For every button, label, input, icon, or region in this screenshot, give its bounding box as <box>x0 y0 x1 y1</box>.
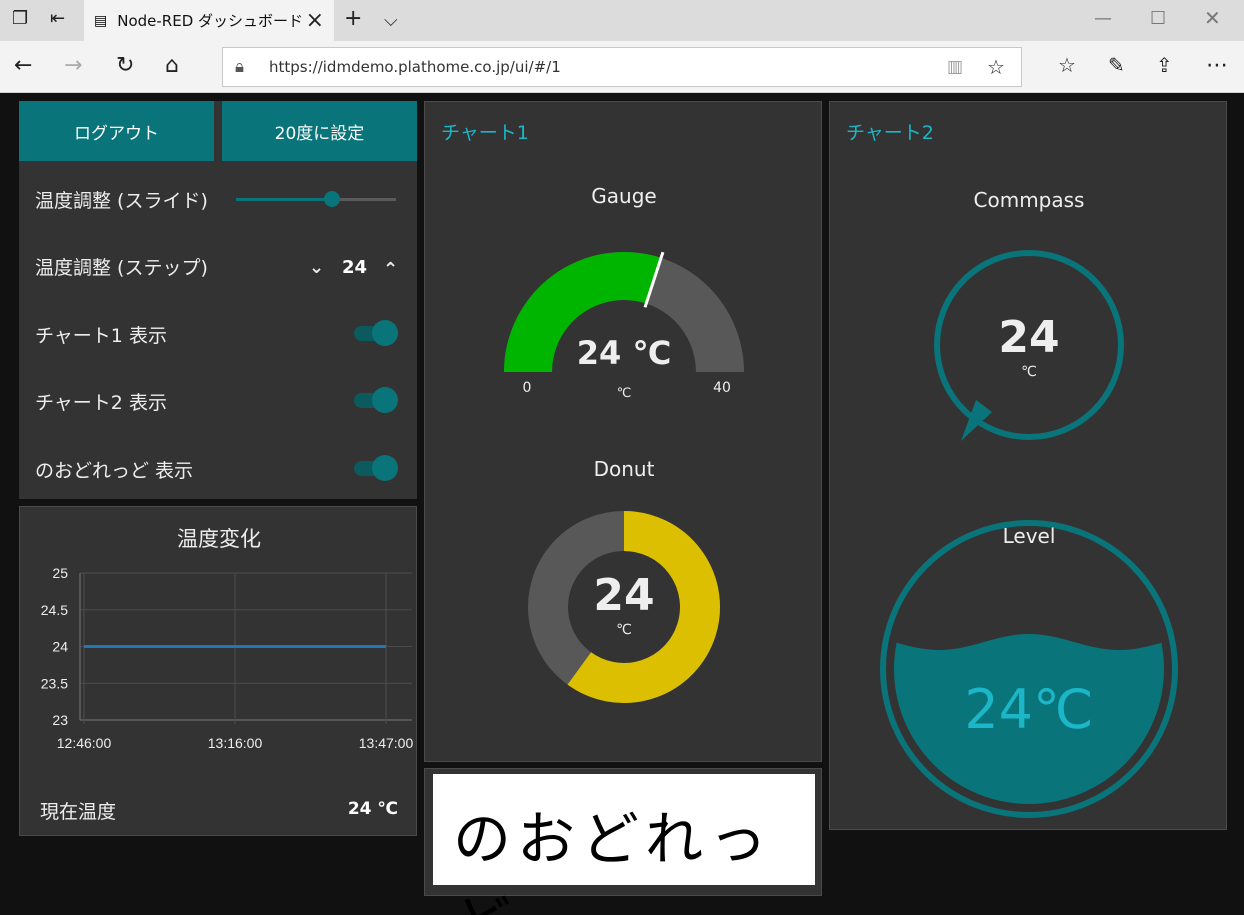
browser-titlebar: ❐ ⇤ ▤ Node-RED ダッシュボード × + ⌵ — ☐ ✕ <box>0 0 1244 41</box>
compass-pointer-icon <box>961 400 992 441</box>
favorites-list-icon[interactable]: ☆ <box>1058 53 1076 77</box>
url-text: https://idmdemo.plathome.co.jp/ui/#/1 <box>269 58 561 76</box>
gauge-min: 0 <box>522 380 532 396</box>
donut-value: 24 <box>593 570 655 621</box>
toggle-noderedo[interactable] <box>354 455 398 481</box>
favorite-star-icon[interactable]: ☆ <box>987 55 1005 79</box>
close-window-icon[interactable]: ✕ <box>1204 6 1221 30</box>
y-tick-label: 23 <box>52 712 68 728</box>
browser-navbar: ← → ↻ ⌂ 🔒︎ https://idmdemo.plathome.co.j… <box>0 41 1244 93</box>
browser-tab[interactable]: ▤ Node-RED ダッシュボード × <box>84 0 334 41</box>
address-bar[interactable]: 🔒︎ https://idmdemo.plathome.co.jp/ui/#/1… <box>222 47 1022 87</box>
refresh-icon[interactable]: ↻ <box>116 53 134 78</box>
back-icon[interactable]: ← <box>14 53 32 78</box>
temperature-line-chart: 25 24.5 24 23.5 23 12:46:00 13:16:00 13:47:00 <box>41 565 414 751</box>
toggle-chart1[interactable] <box>354 320 398 346</box>
current-temp-label: 現在温度 <box>40 801 117 823</box>
chart1-title: チャート1 <box>441 122 529 144</box>
logout-button[interactable]: ログアウト <box>19 101 214 161</box>
compass-unit: ℃ <box>1021 364 1037 380</box>
compass-label: Commpass <box>973 188 1085 212</box>
donut-unit: ℃ <box>616 622 632 638</box>
compass-value: 24 <box>998 312 1060 363</box>
slider-thumb[interactable] <box>324 191 340 207</box>
tab-list-chevron-icon[interactable]: ⌵ <box>384 10 398 31</box>
logo-image: のおどれっど <box>433 774 815 915</box>
controls-card: ログアウト 20度に設定 温度調整 (スライド) 温度調整 (ステップ) ⌄ 2… <box>19 101 417 499</box>
logo-text: のおどれっど <box>453 805 774 915</box>
logo-card: のおどれっど <box>424 768 822 915</box>
forward-icon[interactable]: → <box>64 53 82 78</box>
stepper-up-icon[interactable]: ⌃ <box>383 259 398 280</box>
stepper-down-icon[interactable]: ⌄ <box>309 257 324 278</box>
slider-label: 温度調整 (スライド) <box>35 190 208 212</box>
reading-view-icon[interactable]: ▥ <box>947 57 963 77</box>
page-favicon-icon: ▤ <box>94 12 108 29</box>
minimize-icon[interactable]: — <box>1094 8 1112 29</box>
gauge-max: 40 <box>713 380 731 396</box>
y-tick-label: 24 <box>52 639 68 655</box>
donut-label: Donut <box>593 457 655 481</box>
toggle-chart2[interactable] <box>354 387 398 413</box>
more-menu-icon[interactable]: ⋯ <box>1206 53 1228 78</box>
close-tab-icon[interactable]: × <box>306 9 324 32</box>
y-tick-label: 24.5 <box>41 602 68 618</box>
gauge-label: Gauge <box>591 184 657 208</box>
history-card: 温度変化 25 24.5 24 23.5 23 12:46:00 13:16:00 13:47… <box>19 506 417 836</box>
toggle-chart1-label: チャート1 表示 <box>35 325 167 347</box>
gauge-unit: ℃ <box>616 386 632 401</box>
set-tabs-aside-icon[interactable]: ⇤ <box>50 8 65 29</box>
slider-fill <box>236 198 332 201</box>
share-icon[interactable]: ⇪ <box>1156 53 1173 77</box>
history-title: 温度変化 <box>177 527 261 551</box>
new-tab-icon[interactable]: + <box>344 6 362 31</box>
x-tick-label: 13:16:00 <box>208 735 263 751</box>
tab-actions-icon[interactable]: ❐ <box>12 8 28 29</box>
pen-icon[interactable]: ✎ <box>1108 53 1125 77</box>
lock-icon: 🔒︎ <box>235 57 245 77</box>
stepper-value: 24 <box>342 257 368 278</box>
stepper-label: 温度調整 (ステップ) <box>35 257 208 279</box>
maximize-icon[interactable]: ☐ <box>1150 8 1166 29</box>
gauge-value: 24 ℃ <box>576 334 672 372</box>
current-temp-value: 24 ℃ <box>347 799 398 819</box>
gauge-chart <box>504 251 744 372</box>
tab-title: Node-RED ダッシュボード <box>117 12 304 30</box>
level-label: Level <box>1002 524 1056 548</box>
level-value: 24℃ <box>964 678 1094 741</box>
y-tick-label: 23.5 <box>41 675 68 691</box>
chart2-card: チャート2 Commpass 24 ℃ Level 24℃ <box>829 101 1227 830</box>
temperature-slider[interactable] <box>236 191 396 207</box>
set-20-degrees-button[interactable]: 20度に設定 <box>222 101 417 161</box>
x-tick-label: 13:47:00 <box>359 735 414 751</box>
home-icon[interactable]: ⌂ <box>165 53 179 78</box>
chart2-title: チャート2 <box>846 122 934 144</box>
level-chart <box>880 520 1178 818</box>
toggle-noderedo-label: のおどれっど 表示 <box>35 460 194 482</box>
chart1-card: チャート1 Gauge 24 ℃ ℃ 0 40 Donut 24 ℃ <box>424 101 822 762</box>
y-tick-label: 25 <box>52 565 68 581</box>
x-tick-label: 12:46:00 <box>57 735 112 751</box>
toggle-chart2-label: チャート2 表示 <box>35 392 167 414</box>
